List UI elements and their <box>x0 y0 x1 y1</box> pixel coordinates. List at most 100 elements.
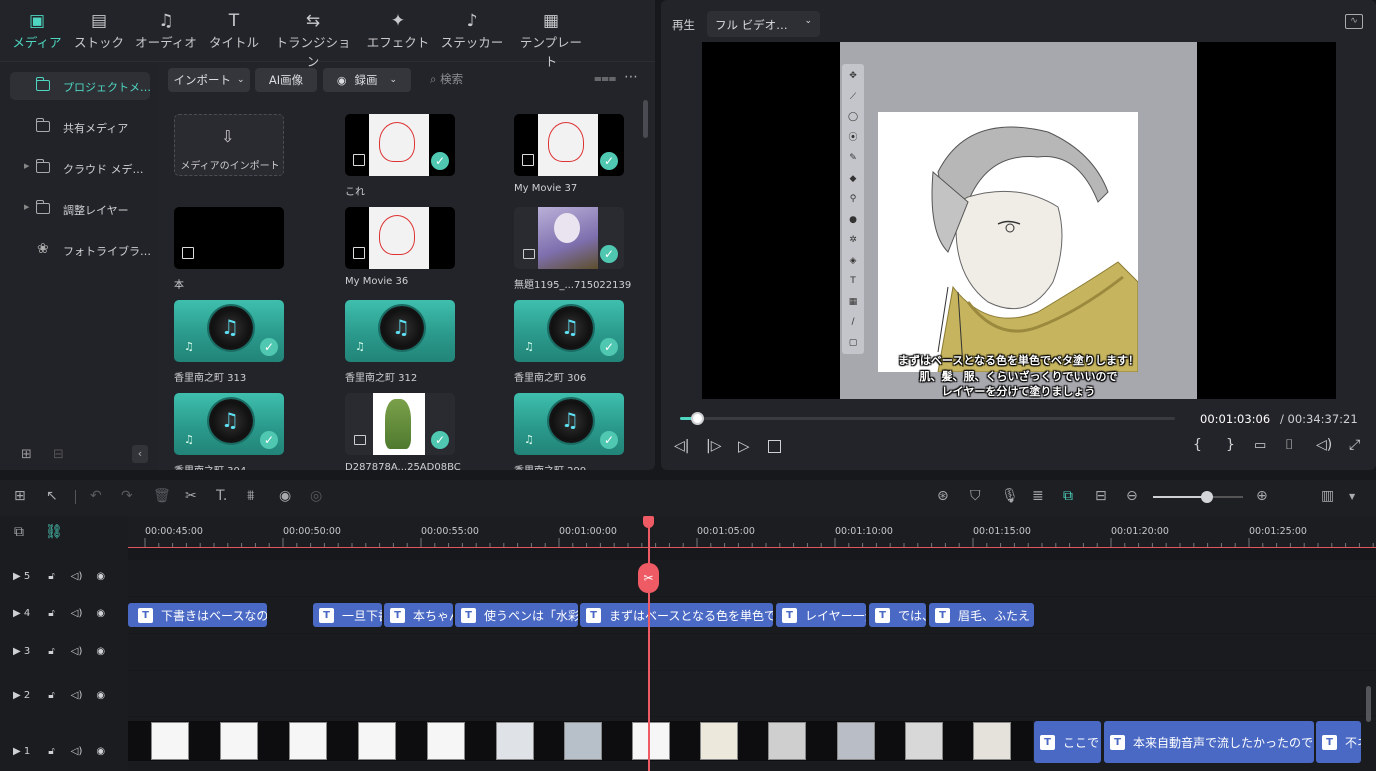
ai-image-button[interactable]: AI画像 <box>255 68 317 92</box>
delete-icon[interactable]: 🗑 <box>153 488 171 504</box>
record-dropdown[interactable]: ◉ 録画 ⌄ <box>323 68 411 92</box>
fit-timeline-icon[interactable]: ⊟ <box>1095 488 1107 504</box>
tab-transition[interactable]: ⇆ トランジション <box>270 10 356 70</box>
microphone-icon[interactable]: 🎙 <box>1001 488 1019 504</box>
title-clip[interactable]: T一旦下書 <box>313 603 382 627</box>
tab-stock[interactable]: ▤ ストック <box>74 10 124 51</box>
prev-frame-icon[interactable]: ◁| <box>674 438 689 454</box>
title-clip[interactable]: T まずはベースとなる色を単色で <box>580 603 773 627</box>
volume-icon[interactable]: ◁) <box>71 690 83 701</box>
link-icon[interactable]: ⛓ <box>45 524 63 540</box>
search-input[interactable]: ⌕ 検索 <box>430 71 463 87</box>
title-clip[interactable]: Tでは、 <box>869 603 926 627</box>
snapshot-camera-icon[interactable]: ⌷ <box>1285 437 1293 453</box>
mark-in-icon[interactable]: { <box>1193 437 1202 453</box>
split-scissors-icon[interactable]: ✂ <box>185 488 197 504</box>
volume-icon[interactable]: ◁) <box>71 608 83 619</box>
sidebar-item-adjustment-layer[interactable]: ▶ 調整レイヤー <box>10 195 150 223</box>
media-item-thumbnail[interactable]: ✓ <box>514 207 624 269</box>
panel-layout-icon[interactable]: ▥ <box>1321 488 1334 504</box>
eye-icon[interactable]: ◉ <box>96 746 105 757</box>
layout-grid-icon[interactable]: ⊞ <box>14 488 26 504</box>
lock-icon[interactable]: 🔓︎ <box>48 571 54 582</box>
tab-sticker[interactable]: ♪ ステッカー <box>440 10 504 51</box>
mark-out-icon[interactable]: } <box>1226 437 1235 453</box>
add-track-icon[interactable]: ⧉ <box>14 524 24 540</box>
collapse-sidebar-button[interactable]: ‹ <box>132 445 148 463</box>
media-item-thumbnail[interactable]: ♫ ♫ ✓ <box>514 393 624 455</box>
title-clip[interactable]: T 下書きはベースなの <box>132 603 267 627</box>
tab-template[interactable]: ▦ テンプレート <box>514 10 588 70</box>
tab-audio[interactable]: ♫ オーディオ <box>134 10 198 51</box>
adjust-sliders-icon[interactable]: ⩩ <box>247 488 254 504</box>
import-media-tile[interactable]: ⇩ メディアのインポート <box>174 114 284 176</box>
sidebar-item-project-media[interactable]: プロジェクトメ… <box>10 72 151 100</box>
volume-icon[interactable]: ◁) <box>71 746 83 757</box>
next-frame-icon[interactable]: |▷ <box>706 438 721 454</box>
ai-tool-icon[interactable]: ◎ <box>310 488 322 504</box>
chevron-down-icon[interactable]: ▼ <box>1349 492 1355 501</box>
eye-icon[interactable]: ◉ <box>96 646 105 657</box>
more-options-icon[interactable]: ⋯ <box>624 69 638 85</box>
media-item-thumbnail[interactable]: ♫ ♫ <box>345 300 455 362</box>
lock-icon[interactable]: 🔓︎ <box>48 608 54 619</box>
tab-media[interactable]: ▣ メディア <box>12 10 62 51</box>
filter-icon[interactable]: ⩶ <box>594 71 616 86</box>
volume-icon[interactable]: ◁) <box>71 571 83 582</box>
display-icon[interactable]: ▭ <box>1254 438 1266 453</box>
volume-icon[interactable]: ◁) <box>71 646 83 657</box>
title-clip[interactable]: T ここで <box>1034 721 1101 763</box>
sidebar-item-photo-library[interactable]: ❀ フォトライブラ… <box>10 236 151 264</box>
media-item-thumbnail[interactable]: ♫ ♫ ✓ <box>174 393 284 455</box>
remove-folder-icon[interactable]: ⊟ <box>53 447 64 462</box>
media-scrollbar[interactable] <box>643 100 648 138</box>
text-tool-icon[interactable]: T. <box>216 488 227 504</box>
zoom-in-icon[interactable]: ⊕ <box>1256 488 1268 504</box>
eye-icon[interactable]: ◉ <box>96 571 105 582</box>
title-clip[interactable]: T不ネ <box>1316 721 1361 763</box>
fullscreen-icon[interactable]: ⤢ <box>1349 437 1360 453</box>
title-clip[interactable]: Tレイヤー一分け <box>776 603 866 627</box>
media-item-thumbnail[interactable]: ♫ ♫ ✓ <box>174 300 284 362</box>
tab-effect[interactable]: ✦ エフェクト <box>366 10 430 51</box>
marker-icon[interactable]: ⛉ <box>970 488 981 504</box>
title-clip[interactable]: T 本来自動音声で流したかったので <box>1104 721 1314 763</box>
sidebar-item-shared-media[interactable]: 共有メディア <box>10 113 150 141</box>
split-scissors-icon[interactable]: ✂ <box>638 563 659 593</box>
eye-icon[interactable]: ◉ <box>96 608 105 619</box>
snap-icon[interactable]: ⧉ <box>1063 488 1073 504</box>
zoom-slider-knob[interactable] <box>1201 491 1213 503</box>
zoom-out-icon[interactable]: ⊖ <box>1126 488 1138 504</box>
tab-title[interactable]: T タイトル <box>208 10 260 51</box>
media-item-thumbnail[interactable]: ✓ <box>345 114 455 176</box>
title-clip[interactable]: T本ちゃん <box>384 603 453 627</box>
title-clip[interactable]: T 眉毛、ふたえ <box>929 603 1034 627</box>
media-item-thumbnail[interactable] <box>345 207 455 269</box>
expand-caret-icon[interactable]: ▶ <box>24 203 29 211</box>
lock-icon[interactable]: 🔓︎ <box>48 746 54 757</box>
music-list-icon[interactable]: ≣ <box>1032 488 1044 504</box>
volume-icon[interactable]: ◁) <box>1316 437 1332 453</box>
undo-icon[interactable]: ↶ <box>90 488 102 504</box>
new-folder-icon[interactable]: ⊞ <box>21 447 32 462</box>
render-preview-icon[interactable]: ⊛ <box>937 488 949 504</box>
playback-scrubber[interactable] <box>690 412 704 425</box>
title-clip[interactable]: T 使うペンは「水彩 <box>455 603 578 627</box>
media-item-thumbnail[interactable]: ♫ ♫ ✓ <box>514 300 624 362</box>
timeline-scrollbar[interactable] <box>1366 686 1371 722</box>
audio-wave-icon[interactable]: ◉ <box>279 488 291 504</box>
eye-icon[interactable]: ◉ <box>96 690 105 701</box>
select-arrow-icon[interactable]: ↖ <box>46 488 58 504</box>
media-item-thumbnail[interactable] <box>174 207 284 269</box>
sidebar-item-cloud-media[interactable]: ▶ クラウド メデ… <box>10 154 150 182</box>
playback-progress-track[interactable] <box>680 417 1175 420</box>
media-item-thumbnail[interactable]: ✓ <box>514 114 624 176</box>
quality-dropdown[interactable]: フル ビデオ… ⌄ <box>707 11 820 37</box>
import-dropdown[interactable]: インポート ⌄ <box>168 68 250 92</box>
redo-icon[interactable]: ↷ <box>121 488 133 504</box>
stop-icon[interactable] <box>768 440 781 453</box>
scopes-icon[interactable]: ∿ <box>1345 14 1363 29</box>
expand-caret-icon[interactable]: ▶ <box>24 162 29 170</box>
play-icon[interactable]: ▷ <box>738 437 750 455</box>
lock-icon[interactable]: 🔓︎ <box>48 690 54 701</box>
